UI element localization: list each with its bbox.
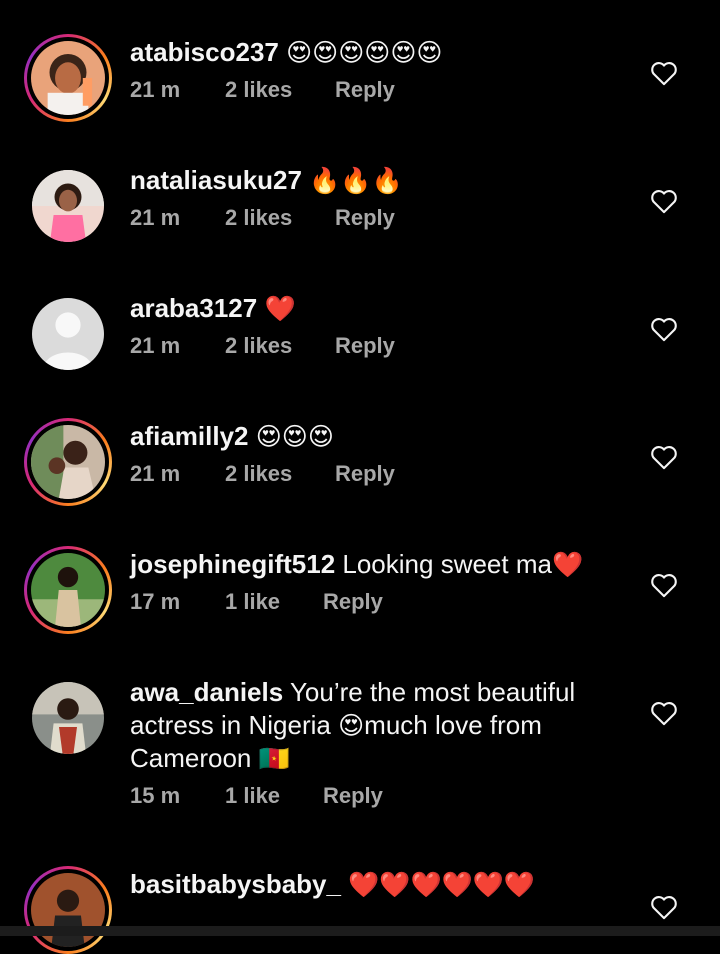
comment-time: 21 m (130, 205, 181, 230)
comment-username[interactable]: josephinegift512 (130, 549, 335, 579)
comment-likes[interactable]: 2 likes (225, 461, 335, 487)
comment-likes[interactable]: 2 likes (225, 333, 335, 359)
comment-username[interactable]: araba3127 (130, 293, 257, 323)
bottom-nav-edge (0, 926, 720, 936)
comment-username[interactable]: afiamilly2 (130, 421, 249, 451)
comment-likes[interactable]: 1 like (225, 783, 323, 809)
heart-outline-icon[interactable] (650, 700, 678, 726)
heart-outline-icon[interactable] (650, 188, 678, 214)
comment-emoji: ❤️ (264, 294, 296, 323)
reply-button[interactable]: Reply (335, 333, 395, 359)
comment-text: Looking sweet ma (342, 549, 552, 579)
heart-outline-icon[interactable] (650, 444, 678, 470)
comment-time: 21 m (130, 461, 181, 486)
reply-button[interactable]: Reply (335, 77, 395, 103)
avatar-story-ring[interactable] (24, 34, 112, 122)
reply-button[interactable]: Reply (323, 783, 383, 809)
default-avatar-icon (32, 298, 104, 370)
heart-outline-icon[interactable] (650, 316, 678, 342)
avatar-wrap[interactable] (24, 674, 112, 762)
avatar-wrap[interactable] (24, 162, 112, 250)
avatar (32, 682, 104, 754)
avatar (32, 170, 104, 242)
comment-emoji: 😍😍😍 (255, 422, 334, 451)
comment-time: 15 m (130, 783, 181, 808)
heart-outline-icon[interactable] (650, 894, 678, 920)
avatar (31, 425, 105, 499)
reply-button[interactable]: Reply (323, 589, 383, 615)
comment-time: 21 m (130, 333, 181, 358)
comment-username[interactable]: basitbabysbaby_ (130, 869, 341, 899)
reply-button[interactable]: Reply (335, 205, 395, 231)
comment-emoji: ❤️❤️❤️❤️❤️❤️ (348, 870, 535, 899)
avatar-story-ring[interactable] (24, 866, 112, 954)
comment-time: 21 m (130, 77, 181, 102)
avatar (31, 41, 105, 115)
comment-username[interactable]: nataliasuku27 (130, 165, 302, 195)
avatar-wrap[interactable] (24, 290, 112, 378)
comment-emoji: 😍 (338, 711, 365, 740)
comment-likes[interactable]: 1 like (225, 589, 323, 615)
comment-emoji: ❤️ (551, 550, 584, 579)
reply-button[interactable]: Reply (335, 461, 395, 487)
comment-likes[interactable]: 2 likes (225, 205, 335, 231)
heart-outline-icon[interactable] (650, 572, 678, 598)
heart-outline-icon[interactable] (650, 60, 678, 86)
comment-emoji: 🔥🔥🔥 (309, 166, 403, 195)
comment-time: 17 m (130, 589, 181, 614)
avatar-story-ring[interactable] (24, 418, 112, 506)
comment-likes[interactable]: 2 likes (225, 77, 335, 103)
avatar (31, 553, 105, 627)
comment-username[interactable]: atabisco237 (130, 37, 279, 67)
avatar-story-ring[interactable] (24, 546, 112, 634)
flag-emoji: 🇨🇲 (258, 744, 290, 773)
comment-username[interactable]: awa_daniels (130, 677, 283, 707)
comment-emoji: 😍😍😍😍😍😍 (286, 38, 443, 67)
